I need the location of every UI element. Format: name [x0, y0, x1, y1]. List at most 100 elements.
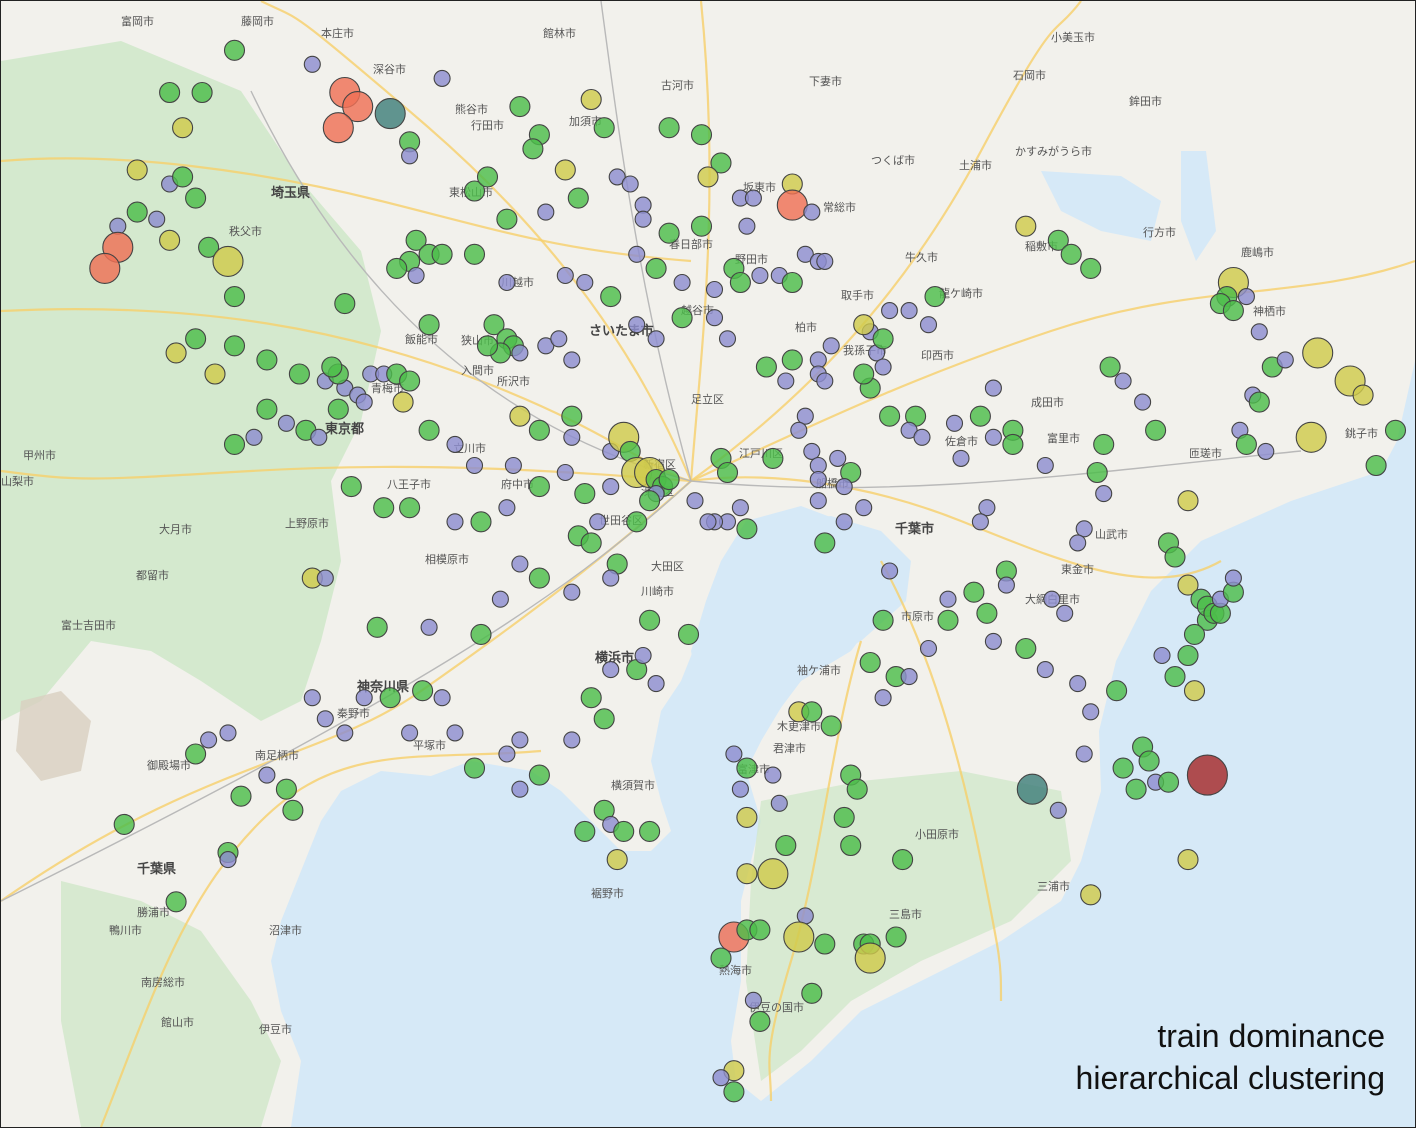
- station-marker-green: [275, 778, 297, 800]
- place-label: 三島市: [889, 907, 922, 921]
- station-marker-green: [1164, 546, 1186, 568]
- station-marker-green: [639, 490, 661, 512]
- station-marker-green: [1060, 243, 1082, 265]
- station-marker-green: [600, 286, 622, 308]
- place-label: つくば市: [871, 153, 915, 167]
- station-marker-green: [1157, 771, 1180, 793]
- station-marker-green: [801, 982, 823, 1004]
- station-marker-purple: [855, 499, 873, 517]
- place-label: 牛久市: [905, 250, 938, 264]
- place-label: 東京都: [325, 421, 364, 437]
- place-label: 千葉市: [895, 521, 934, 537]
- station-marker-green: [853, 363, 875, 385]
- station-marker-purple: [491, 590, 509, 608]
- station-marker-purple: [984, 428, 1002, 446]
- place-label: 藤岡市: [241, 14, 274, 28]
- place-label: 伊豆市: [259, 1022, 292, 1036]
- station-marker-purple: [511, 555, 529, 573]
- station-marker-green: [723, 1081, 745, 1103]
- station-marker-green: [567, 187, 589, 209]
- station-marker-green: [476, 166, 499, 188]
- station-marker-purple: [407, 266, 425, 285]
- station-marker-purple: [1134, 393, 1152, 411]
- place-label: 小田原市: [915, 827, 959, 841]
- place-label: 行田市: [471, 118, 504, 132]
- station-marker-purple: [576, 273, 594, 292]
- station-marker-yellow: [126, 159, 148, 181]
- station-marker-green: [496, 208, 518, 230]
- place-label: 小美玉市: [1051, 30, 1095, 44]
- station-marker-green: [1164, 666, 1186, 688]
- station-marker-green: [230, 785, 252, 807]
- station-marker-green: [463, 243, 486, 265]
- station-marker-yellow: [1177, 490, 1199, 512]
- station-marker-yellow: [783, 921, 815, 953]
- station-marker-green: [528, 419, 550, 441]
- place-label: 神栖市: [1253, 304, 1286, 318]
- place-label: 富里市: [1047, 431, 1080, 445]
- station-marker-purple: [770, 794, 788, 812]
- station-marker-green: [1099, 356, 1121, 378]
- station-marker-orange: [89, 252, 121, 284]
- station-marker-purple: [712, 1069, 730, 1087]
- place-label: 山武市: [1095, 527, 1128, 541]
- station-marker-green: [185, 328, 207, 350]
- station-marker-green: [820, 715, 842, 737]
- station-marker-yellow: [606, 849, 628, 871]
- place-label: 御殿場市: [147, 758, 191, 772]
- place-label: 袖ケ浦市: [797, 663, 841, 677]
- place-label: 沼津市: [269, 923, 302, 937]
- station-marker-green: [892, 849, 914, 871]
- station-marker-green: [613, 820, 635, 842]
- station-marker-purple: [1250, 323, 1268, 341]
- map-canvas[interactable]: 富岡市 藤岡市本庄市深谷市熊谷市行田市 加須市古河市館林市下妻市小美玉市石岡市鉾田市…: [1, 1, 1415, 1127]
- station-marker-purple: [1049, 801, 1067, 819]
- station-marker-green: [1384, 419, 1407, 441]
- station-marker-purple: [744, 991, 762, 1009]
- place-label: 所沢市: [497, 374, 530, 388]
- station-marker-purple: [602, 478, 620, 496]
- station-marker-yellow: [1302, 337, 1334, 369]
- place-label: 下妻市: [809, 74, 842, 88]
- station-marker-purple: [881, 562, 899, 580]
- station-marker-green: [639, 820, 661, 842]
- station-marker-yellow: [854, 942, 886, 974]
- station-marker-green: [1222, 300, 1244, 322]
- station-marker-green: [937, 609, 959, 631]
- station-marker-green: [223, 39, 246, 61]
- place-label: 本庄市: [321, 26, 354, 40]
- station-marker-purple: [148, 210, 166, 228]
- station-marker-green: [658, 468, 680, 491]
- station-marker-green: [671, 307, 693, 329]
- station-marker-green: [658, 222, 680, 244]
- station-marker-green: [185, 743, 207, 765]
- station-marker-green: [645, 257, 667, 279]
- station-marker-green: [172, 166, 194, 188]
- station-marker-green: [399, 370, 421, 392]
- station-marker-green: [574, 483, 596, 505]
- station-marker-purple: [303, 55, 321, 73]
- station-marker-green: [1145, 419, 1167, 441]
- station-marker-yellow: [172, 117, 194, 139]
- place-label: 富岡市: [121, 14, 154, 28]
- station-marker-green: [386, 257, 408, 279]
- station-marker-green: [431, 243, 453, 265]
- station-marker-purple: [355, 689, 373, 707]
- station-marker-green: [775, 834, 797, 857]
- station-marker-green: [366, 616, 388, 638]
- station-marker-purple: [699, 513, 717, 531]
- station-marker-purple: [764, 766, 782, 784]
- station-marker-purple: [900, 302, 918, 320]
- station-marker-purple: [997, 576, 1015, 594]
- place-label: 古河市: [661, 78, 694, 92]
- station-marker-yellow: [392, 391, 414, 413]
- map-frame[interactable]: 富岡市 藤岡市 本庄市 深谷市 熊谷市 行田市 加須市 古河市 館林市 下妻市 小美玉市 石岡市 鉾田市…: [0, 0, 1416, 1128]
- station-marker-purple: [621, 175, 639, 193]
- station-marker-green: [626, 511, 648, 533]
- place-label: 土浦市: [959, 158, 992, 172]
- place-label: 埼玉県: [271, 185, 310, 201]
- station-marker-purple: [1069, 675, 1087, 693]
- station-marker-purple: [939, 590, 957, 608]
- station-marker-purple: [1075, 745, 1093, 763]
- station-marker-purple: [1082, 703, 1100, 721]
